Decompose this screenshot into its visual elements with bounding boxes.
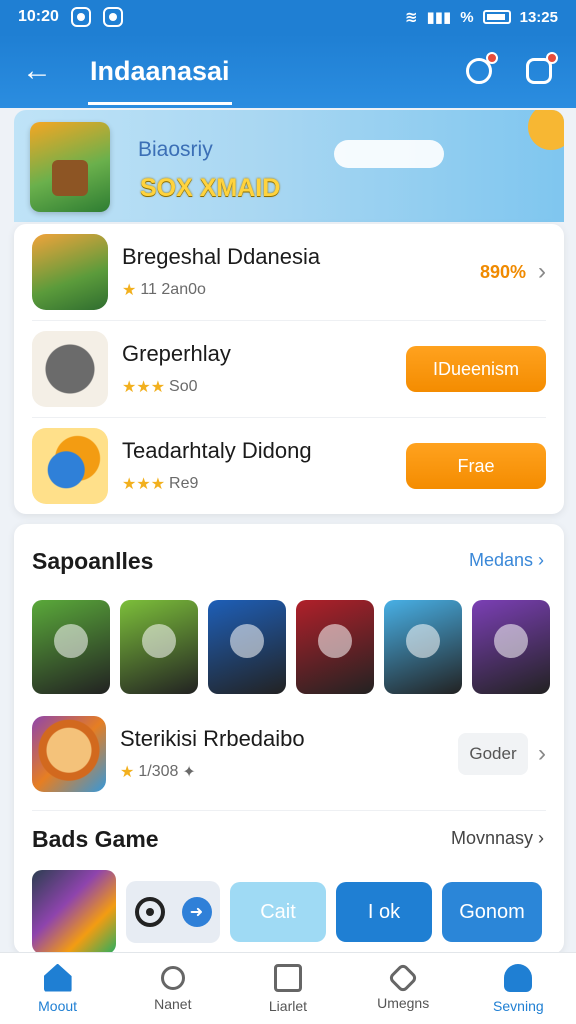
chip-cait[interactable]: Cait — [230, 882, 326, 942]
chip-ok[interactable]: I ok — [336, 882, 432, 942]
category-chips: ➜ Cait I ok Gonom — [32, 870, 542, 954]
game-tile[interactable] — [384, 600, 462, 694]
search-icon — [160, 965, 185, 990]
notification-dot — [486, 52, 498, 64]
tag-icon — [387, 961, 419, 994]
banner-tagline: SOX XMAID — [140, 174, 281, 202]
nav-label: Moout — [38, 997, 78, 1014]
nav-label: Sevning — [493, 997, 544, 1014]
star-icon: ★★★ — [122, 379, 166, 396]
bottom-nav: Moout Nanet Liarlet Umegns Sevning — [0, 952, 576, 1024]
target-icon — [134, 897, 165, 927]
list-icon — [273, 963, 302, 992]
item-title: Teadarhtaly Didong — [122, 438, 312, 463]
back-arrow-icon[interactable]: ← — [22, 54, 62, 88]
arrow-right-icon: ➜ — [181, 897, 212, 927]
notification-icon — [70, 7, 91, 27]
divider — [32, 810, 546, 811]
sun-decoration — [528, 110, 564, 150]
promo-banner[interactable]: Biaosriy SOX XMAID — [14, 110, 564, 222]
section-more-link[interactable]: Movnnasy › — [451, 828, 544, 849]
page-title: Indaanasai — [88, 55, 232, 105]
section-more-label: Movnnasy — [450, 828, 533, 848]
item-action-button[interactable]: IDueenism — [406, 346, 546, 392]
item-rating: Re9 — [169, 475, 199, 492]
game-icon — [32, 234, 108, 310]
game-tiles — [32, 600, 550, 694]
nav-label: Liarlet — [268, 997, 308, 1014]
edit-button[interactable] — [524, 52, 558, 86]
nav-label: Nanet — [154, 995, 192, 1012]
discount-badge: 890% — [479, 261, 526, 282]
featured-list: Bregeshal Ddanesia ★ 11 2an0o 890% › Grep… — [14, 224, 564, 514]
app-notification-icon — [102, 7, 123, 27]
status-bar: 10:20 ≋ ▮▮▮ % 13:25 — [0, 0, 576, 34]
games-card: Sapoanlles Medans › Sterikisi Rrbedaibo … — [14, 524, 564, 954]
wifi-icon: ≋ — [404, 9, 418, 26]
section-title: Bads Game — [32, 826, 159, 852]
edit-notification-dot — [546, 52, 558, 64]
chevron-right-icon[interactable]: › — [538, 740, 546, 768]
nav-item-profile[interactable]: Sevning — [468, 963, 568, 1014]
banner-title: Biaosriy — [138, 138, 213, 161]
item-title: Bregeshal Ddanesia — [122, 244, 321, 269]
search-notification-button[interactable] — [464, 52, 498, 86]
battery-icon — [482, 10, 511, 24]
nav-item-list[interactable]: Liarlet — [238, 963, 338, 1014]
game-icon — [32, 428, 108, 504]
game-tile[interactable] — [120, 600, 198, 694]
cloud-decoration — [334, 140, 444, 168]
game-art-tile[interactable] — [32, 870, 116, 954]
item-rating: 11 2an0o — [140, 281, 206, 298]
game-tile[interactable] — [296, 600, 374, 694]
nav-item-home[interactable]: Moout — [8, 963, 108, 1014]
game-tile[interactable] — [208, 600, 286, 694]
nav-item-tags[interactable]: Umegns — [353, 961, 453, 1011]
game-list-item[interactable]: Sterikisi Rrbedaibo ★ 1/308 ✦ Goder › — [32, 714, 546, 794]
list-item[interactable]: Teadarhtaly Didong ★★★ Re9 Frae — [14, 418, 564, 514]
list-item[interactable]: Bregeshal Ddanesia ★ 11 2an0o 890% › — [14, 224, 564, 320]
star-icon: ★★★ — [122, 476, 166, 493]
home-icon — [43, 963, 72, 992]
star-icon: ★ — [120, 764, 135, 781]
user-icon — [504, 963, 533, 992]
game-icon — [32, 331, 108, 407]
star-icon: ★ — [122, 282, 137, 299]
section-more-label: Medans — [468, 550, 533, 570]
item-title: Greperhlay — [122, 341, 231, 366]
status-time: 10:20 — [18, 8, 59, 25]
app-bar: ← Indaanasai — [0, 34, 576, 108]
list-item[interactable]: Greperhlay ★★★ So0 IDueenism — [14, 321, 564, 417]
nav-item-search[interactable]: Nanet — [123, 965, 223, 1012]
banner-game-art — [30, 122, 110, 212]
chevron-right-icon[interactable]: › — [538, 258, 546, 286]
chip-gonom[interactable]: Gonom — [442, 882, 542, 942]
section-more-link[interactable]: Medans › — [469, 550, 544, 571]
cursor-icon: ✦ — [182, 764, 196, 781]
battery-percent: % — [460, 8, 474, 26]
item-action-button[interactable]: Frae — [406, 443, 546, 489]
game-action-button[interactable]: Goder — [458, 733, 528, 775]
game-tile[interactable] — [32, 600, 110, 694]
item-rating: So0 — [169, 378, 198, 395]
game-icon — [32, 716, 106, 792]
section-title: Sapoanlles — [32, 548, 154, 574]
game-rating: 1/308 — [138, 763, 179, 780]
nav-label: Umegns — [377, 994, 430, 1011]
game-title: Sterikisi Rrbedaibo — [120, 726, 305, 751]
status-clock: 13:25 — [519, 8, 558, 26]
signal-icon: ▮▮▮ — [426, 9, 452, 26]
control-tile[interactable]: ➜ — [126, 881, 220, 943]
game-tile[interactable] — [472, 600, 550, 694]
